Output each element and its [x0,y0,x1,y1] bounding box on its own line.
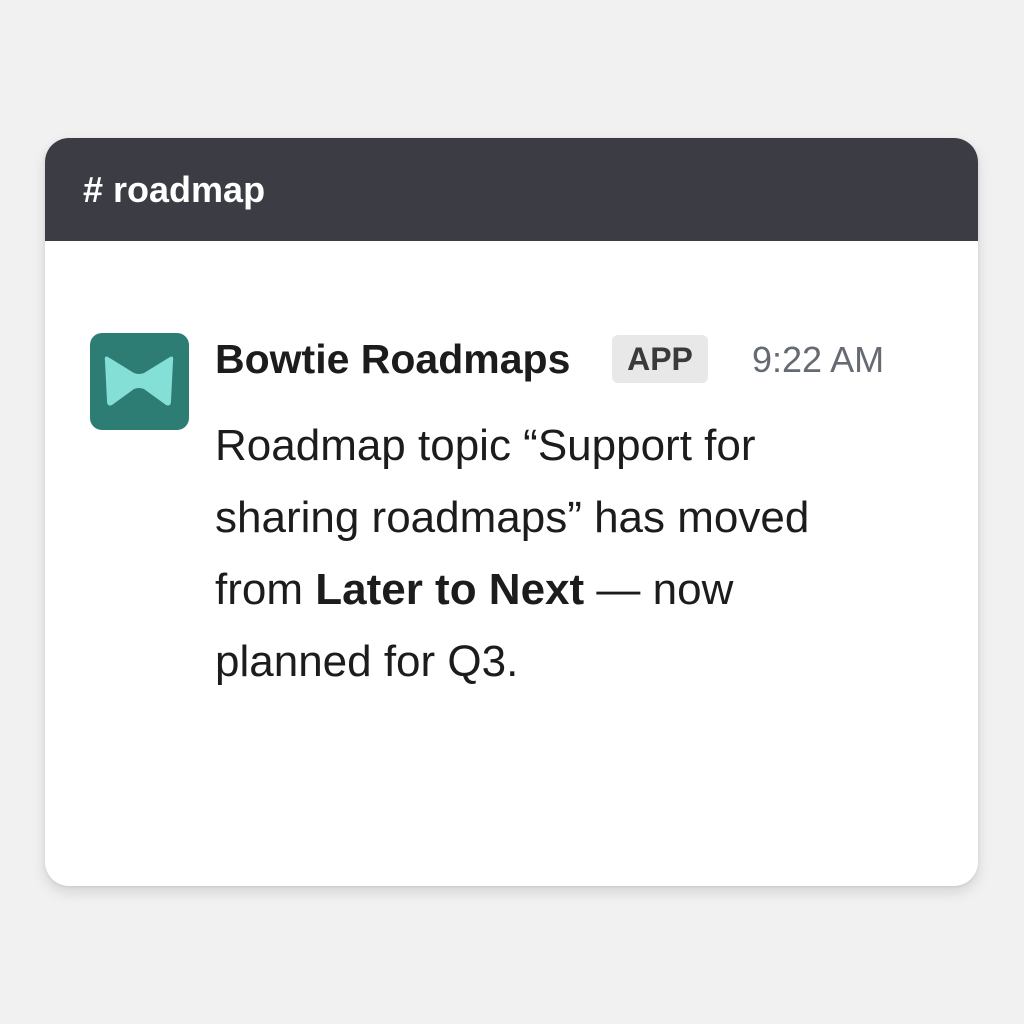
channel-header: # roadmap [45,138,978,241]
message-card: # roadmap Bowtie Roadmaps APP 9:22 AM Ro… [45,138,978,886]
channel-name[interactable]: # roadmap [83,168,265,212]
app-avatar[interactable] [90,333,189,430]
app-badge: APP [612,335,708,383]
sender-name[interactable]: Bowtie Roadmaps [215,334,570,384]
message-header: Bowtie Roadmaps APP 9:22 AM [215,334,945,384]
message-text-status-change: Later to Next [315,565,585,614]
message-timestamp[interactable]: 9:22 AM [752,337,884,383]
bowtie-icon [104,356,174,406]
message-text: Roadmap topic “Support for sharing roadm… [215,410,895,698]
